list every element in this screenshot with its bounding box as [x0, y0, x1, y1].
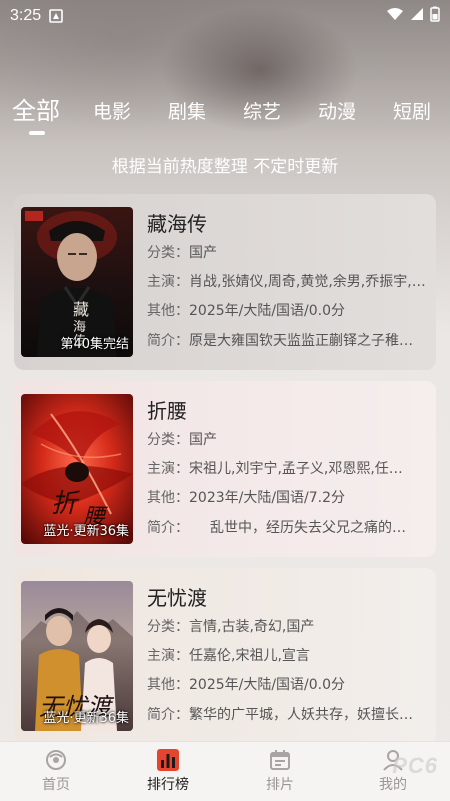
nav-schedule[interactable]: 排片 [245, 748, 315, 794]
item-intro: 简介：繁华的广平城，人妖共存，妖擅长… [147, 707, 413, 723]
nav-schedule-label: 排片 [266, 777, 294, 793]
tab-all[interactable]: 全部 [12, 91, 60, 126]
nav-home[interactable]: 首页 [21, 748, 91, 794]
tab-short-drama[interactable]: 短剧 [393, 97, 431, 124]
bottom-navigation: 首页 排行榜 排片 我的 [0, 741, 450, 801]
ranking-item[interactable]: 折 腰 蓝光·更新36集 折腰 分类：国产 主演：宋祖儿,刘宇宁,孟子义,邓恩熙… [14, 381, 436, 557]
status-time: 3:25 [10, 7, 42, 24]
tab-movies[interactable]: 电影 [93, 97, 131, 124]
svg-text:藏: 藏 [73, 300, 89, 319]
calendar-icon [268, 748, 292, 772]
nav-ranking[interactable]: 排行榜 [133, 748, 203, 794]
item-other: 其他：2025年/大陆/国语/0.0分 [147, 677, 346, 693]
tab-anime[interactable]: 动漫 [318, 97, 356, 124]
poster-image[interactable]: 无忧渡 蓝光·更新36集 [21, 581, 133, 731]
poster-image[interactable]: 折 腰 蓝光·更新36集 [21, 394, 133, 544]
item-intro: 简介： 乱世中，经历失去父兄之痛的… [147, 520, 406, 536]
item-category: 分类：国产 [147, 432, 217, 448]
item-title[interactable]: 藏海传 [147, 208, 207, 237]
ranking-subtitle: 根据当前热度整理 不定时更新 [111, 157, 339, 177]
episode-badge: 蓝光·更新36集 [43, 524, 129, 539]
category-tabs: 全部 电影 剧集 综艺 动漫 短剧 [0, 92, 450, 132]
ranking-icon [156, 748, 180, 772]
item-cast: 主演：肖战,张婧仪,周奇,黄觉,余男,乔振宇,… [147, 274, 426, 290]
item-intro: 简介：原是大雍国钦天监监正蒯铎之子稚… [147, 333, 413, 349]
tab-series[interactable]: 剧集 [168, 97, 206, 124]
item-cast: 主演：任嘉伦,宋祖儿,宣言 [147, 648, 310, 664]
battery-icon [430, 6, 440, 27]
active-tab-indicator [29, 131, 45, 135]
item-title[interactable]: 无忧渡 [147, 582, 207, 611]
episode-badge: 第40集完结 [60, 337, 129, 352]
status-bar: 3:25 [0, 0, 450, 32]
nav-profile-label: 我的 [379, 777, 407, 793]
signal-icon [410, 7, 424, 26]
svg-text:折: 折 [51, 489, 80, 519]
item-other: 其他：2023年/大陆/国语/7.2分 [147, 490, 346, 506]
item-other: 其他：2025年/大陆/国语/0.0分 [147, 303, 346, 319]
tab-variety[interactable]: 综艺 [243, 97, 281, 124]
poster-image[interactable]: 藏 海 传 第40集完结 [21, 207, 133, 357]
item-title[interactable]: 折腰 [147, 395, 187, 424]
item-category: 分类：国产 [147, 245, 217, 261]
item-cast: 主演：宋祖儿,刘宇宁,孟子义,邓恩熙,任… [147, 461, 403, 477]
wifi-icon [386, 7, 404, 26]
notification-icon [49, 9, 63, 23]
home-icon [44, 748, 68, 772]
watermark-logo: PC6 [392, 753, 438, 778]
ranking-item[interactable]: 无忧渡 蓝光·更新36集 无忧渡 分类：言情,古装,奇幻,国产 主演：任嘉伦,宋… [14, 568, 436, 744]
ranking-item[interactable]: 藏 海 传 第40集完结 藏海传 分类：国产 主演：肖战,张婧仪,周奇,黄觉,余… [14, 194, 436, 370]
item-category: 分类：言情,古装,奇幻,国产 [147, 619, 315, 635]
nav-home-label: 首页 [42, 777, 70, 793]
nav-ranking-label: 排行榜 [147, 777, 189, 793]
episode-badge: 蓝光·更新36集 [43, 711, 129, 726]
